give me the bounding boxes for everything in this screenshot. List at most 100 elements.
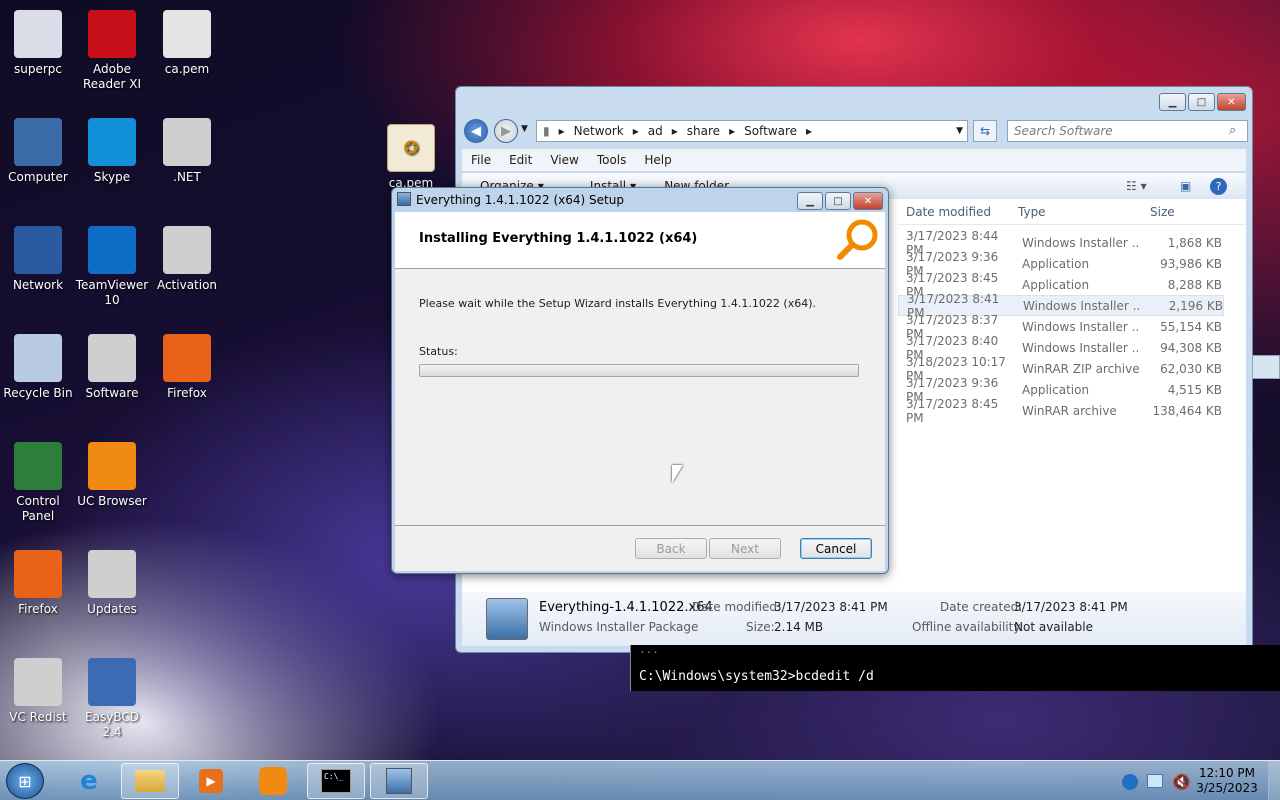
desktop-icon-label: Adobe Reader XI bbox=[82, 62, 142, 91]
network-location-icon: ▮ bbox=[543, 124, 550, 138]
desktop-icon-computer[interactable]: Computer bbox=[0, 112, 76, 214]
adobe-reader-icon bbox=[88, 10, 136, 58]
desktop-icon-teamviewer-10[interactable]: TeamViewer 10 bbox=[74, 220, 150, 322]
desktop-icon-activation[interactable]: Activation bbox=[149, 220, 225, 322]
desktop-icon-label: Network bbox=[12, 278, 64, 292]
minimize-button[interactable]: ▁ bbox=[797, 192, 823, 210]
breadcrumb-ad[interactable]: ad bbox=[648, 124, 663, 138]
taskbar: ⊞ e ▶ C:\_ 🔇 12:10 PM 3/25/2023 bbox=[0, 760, 1280, 800]
status-label: Status: bbox=[419, 345, 458, 358]
easybcd-icon bbox=[88, 658, 136, 706]
address-bar[interactable]: ▮ ▸ Network ▸ ad ▸ share ▸ Software ▸ ▼ bbox=[536, 120, 968, 142]
desktop-icon-ca-pem[interactable]: ca.pem bbox=[149, 4, 225, 106]
desktop-icon-adobe-reader-xi[interactable]: Adobe Reader XI bbox=[74, 4, 150, 106]
cancel-button[interactable]: Cancel bbox=[800, 538, 872, 559]
desktop-icon-skype[interactable]: Skype bbox=[74, 112, 150, 214]
help-icon[interactable]: ? bbox=[1210, 177, 1227, 195]
breadcrumb-software[interactable]: Software bbox=[744, 124, 797, 138]
folder-icon bbox=[163, 118, 211, 166]
desktop-icon-recycle-bin[interactable]: Recycle Bin bbox=[0, 328, 76, 430]
system-clock[interactable]: 12:10 PM 3/25/2023 bbox=[1194, 766, 1260, 796]
setup-dialog[interactable]: Everything 1.4.1.1022 (x64) Setup ▁ □ ✕ … bbox=[391, 187, 889, 574]
desktop-icon-label: Firefox bbox=[167, 386, 207, 400]
desktop-icon-label: ca.pem bbox=[164, 62, 210, 76]
column-type[interactable]: Type bbox=[1018, 205, 1140, 219]
cmd-current-line[interactable]: C:\Windows\system32>bcdedit /d bbox=[639, 669, 1280, 684]
breadcrumb-separator-icon: ▸ bbox=[558, 124, 565, 138]
close-button[interactable]: ✕ bbox=[853, 192, 883, 210]
menu-tools[interactable]: Tools bbox=[588, 153, 636, 167]
breadcrumb-network[interactable]: Network bbox=[574, 124, 624, 138]
taskbar-uc-browser[interactable] bbox=[244, 763, 302, 799]
mouse-cursor-icon bbox=[672, 465, 683, 483]
details-date-created: 3/17/2023 8:41 PM bbox=[1014, 600, 1128, 614]
menu-edit[interactable]: Edit bbox=[500, 153, 541, 167]
address-dropdown-icon[interactable]: ▼ bbox=[956, 126, 963, 136]
back-button[interactable]: Back bbox=[635, 538, 707, 559]
recent-pages-chevron-icon[interactable]: ▼ bbox=[521, 124, 528, 134]
column-size[interactable]: Size bbox=[1140, 205, 1222, 219]
desktop-icon-firefox[interactable]: Firefox bbox=[149, 328, 225, 430]
breadcrumb-separator-icon: ▸ bbox=[729, 124, 736, 138]
clock-time: 12:10 PM bbox=[1199, 766, 1255, 780]
next-button[interactable]: Next bbox=[709, 538, 781, 559]
search-input[interactable]: Search Software bbox=[1007, 120, 1248, 142]
back-arrow-icon[interactable]: ◀ bbox=[464, 119, 488, 143]
desktop-icon-superpc[interactable]: superpc bbox=[0, 4, 76, 106]
details-offline-label: Offline availability: bbox=[912, 620, 1024, 634]
column-date-modified[interactable]: Date modified bbox=[898, 205, 1018, 219]
desktop-icon--net[interactable]: .NET bbox=[149, 112, 225, 214]
setup-banner: Installing Everything 1.4.1.1022 (x64) bbox=[395, 212, 885, 269]
row-size: 55,154 KB bbox=[1160, 319, 1222, 334]
folder-icon bbox=[88, 334, 136, 382]
explorer-caption-buttons: ▁ □ ✕ bbox=[1157, 93, 1246, 111]
row-type: Application bbox=[1022, 382, 1090, 397]
view-options-icon[interactable]: ☷ ▾ bbox=[1126, 179, 1147, 193]
taskbar-internet-explorer[interactable]: e bbox=[60, 763, 118, 799]
details-date-modified: 3/17/2023 8:41 PM bbox=[774, 600, 888, 614]
menu-view[interactable]: View bbox=[541, 153, 587, 167]
start-button[interactable]: ⊞ bbox=[6, 763, 44, 799]
desktop-icon-vc-redist[interactable]: VC Redist bbox=[0, 652, 76, 754]
desktop-icon-control-panel[interactable]: Control Panel bbox=[0, 436, 76, 538]
details-offline: Not available bbox=[1014, 620, 1094, 634]
desktop-icon-label: .NET bbox=[173, 170, 201, 184]
table-row[interactable]: 3/17/2023 8:45 PM WinRAR archive 138,464 K… bbox=[898, 397, 1222, 425]
forward-arrow-icon[interactable]: ▶ bbox=[494, 119, 518, 143]
taskbar-windows-explorer[interactable] bbox=[121, 763, 179, 799]
taskbar-media-player[interactable]: ▶ bbox=[182, 763, 240, 799]
setup-dialog-title: Everything 1.4.1.1022 (x64) Setup bbox=[416, 193, 624, 207]
menu-help[interactable]: Help bbox=[635, 153, 680, 167]
windows-logo-icon: ⊞ bbox=[18, 771, 32, 791]
desktop-icon-uc-browser[interactable]: UC Browser bbox=[74, 436, 150, 538]
setup-heading: Installing Everything 1.4.1.1022 (x64) bbox=[419, 231, 698, 246]
desktop-icon-easybcd-2-4[interactable]: EasyBCD 2.4 bbox=[74, 652, 150, 754]
refresh-icon[interactable]: ⇆ bbox=[973, 120, 997, 142]
search-icon[interactable]: ⌕ bbox=[1229, 123, 1236, 138]
breadcrumb-share[interactable]: share bbox=[687, 124, 720, 138]
tray-teamviewer-icon[interactable] bbox=[1122, 774, 1138, 790]
details-date-modified-label: Date modified: bbox=[692, 600, 782, 614]
row-type: WinRAR ZIP archive bbox=[1022, 361, 1140, 376]
preview-pane-icon[interactable]: ▣ bbox=[1180, 179, 1191, 193]
row-size: 8,288 KB bbox=[1167, 277, 1222, 292]
taskbar-command-prompt[interactable]: C:\_ bbox=[307, 763, 365, 799]
minimize-button[interactable]: ▁ bbox=[1159, 93, 1186, 111]
desktop-icon-label: Control Panel bbox=[16, 494, 60, 523]
desktop-icon-network[interactable]: Network bbox=[0, 220, 76, 322]
desktop-icon-software[interactable]: Software bbox=[74, 328, 150, 430]
command-prompt-window[interactable]: ... C:\Windows\system32>bcdedit /d bbox=[630, 645, 1280, 691]
maximize-button[interactable]: □ bbox=[825, 192, 851, 210]
close-button[interactable]: ✕ bbox=[1217, 93, 1246, 111]
maximize-button[interactable]: □ bbox=[1188, 93, 1215, 111]
tray-volume-icon[interactable]: 🔇 bbox=[1172, 773, 1191, 791]
show-desktop-button[interactable] bbox=[1268, 761, 1280, 800]
menu-file[interactable]: File bbox=[462, 153, 500, 167]
desktop-icon-updates[interactable]: Updates bbox=[74, 544, 150, 646]
tray-network-icon[interactable] bbox=[1147, 774, 1163, 788]
install-progress-bar bbox=[419, 364, 859, 377]
desktop-icon-label: Software bbox=[85, 386, 139, 400]
taskbar-setup-installer[interactable] bbox=[370, 763, 428, 799]
desktop-icon-label: TeamViewer 10 bbox=[75, 278, 149, 307]
desktop-icon-firefox[interactable]: Firefox bbox=[0, 544, 76, 646]
